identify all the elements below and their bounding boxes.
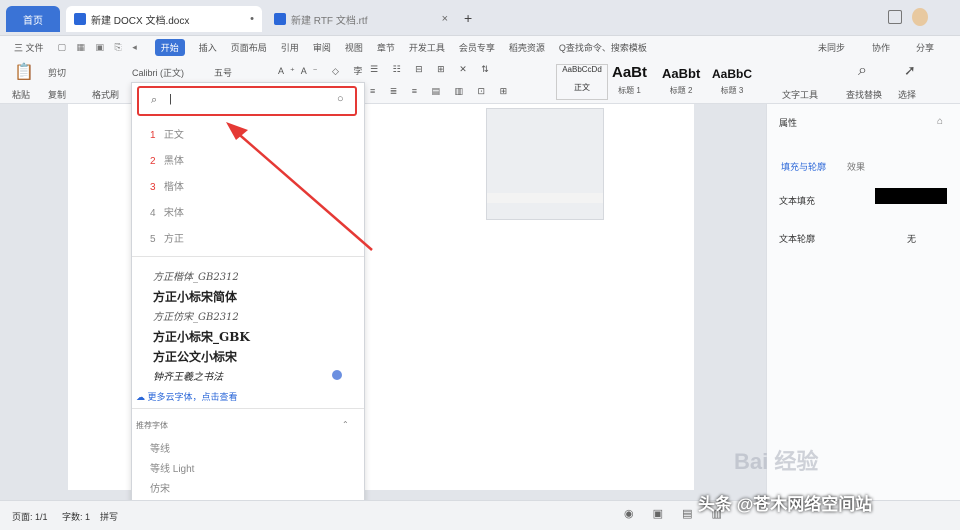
source-watermark: 头条 @苍木网络空间站 xyxy=(698,495,873,514)
word-count: 字数: 1 xyxy=(62,512,91,522)
spellcheck-toggle[interactable]: 拼写 xyxy=(100,510,118,523)
baidu-watermark: Bai 经验 xyxy=(734,449,819,474)
page-indicator: 页面: 1/1 xyxy=(12,512,48,522)
